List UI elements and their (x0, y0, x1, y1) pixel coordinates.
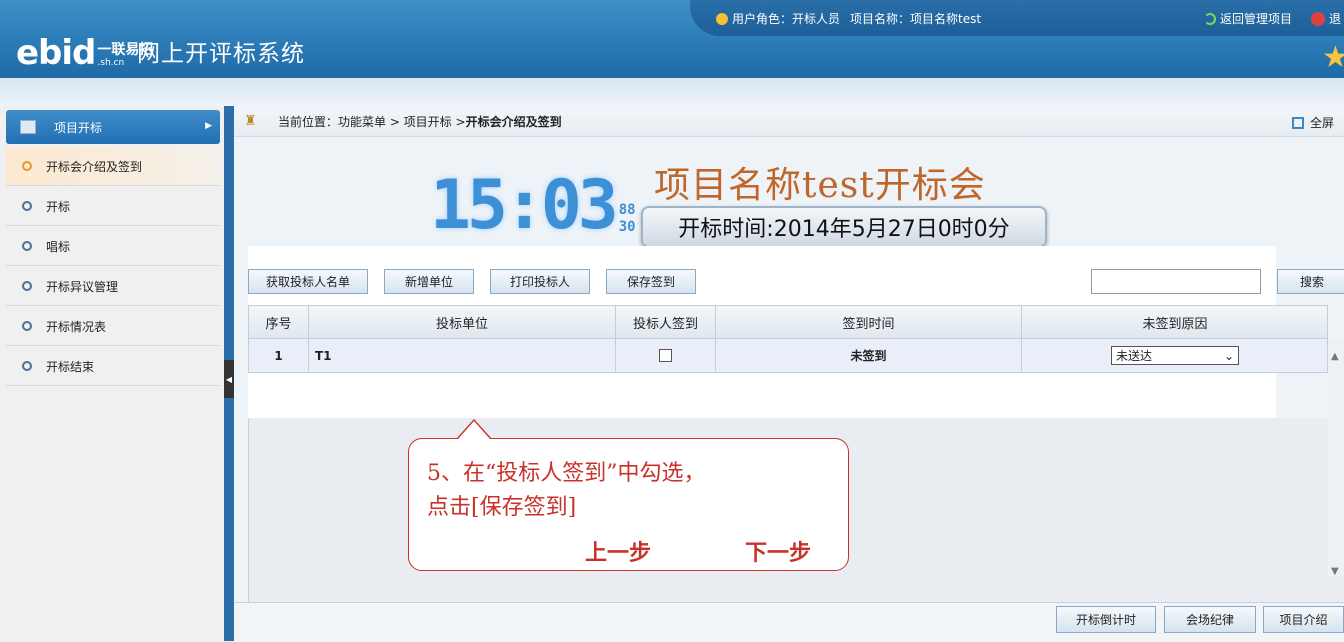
callout-tail-inner (458, 421, 490, 439)
location-icon: ♜ (244, 113, 257, 129)
search-input[interactable] (1091, 269, 1261, 294)
sidebar-item-label: 唱标 (46, 239, 71, 254)
fullscreen-icon (1291, 116, 1304, 129)
prev-step-link[interactable]: 上一步 (585, 535, 651, 567)
reason-select[interactable]: 未送达 ⌄ (1111, 346, 1239, 365)
col-sign-time: 签到时间 (716, 306, 1022, 338)
sidebar-item-status-table[interactable]: 开标情况表 (6, 307, 220, 346)
search-button[interactable]: 搜索 (1277, 269, 1344, 294)
row-signed-cell (616, 339, 716, 372)
col-unit: 投标单位 (309, 306, 616, 338)
bullet-icon (22, 201, 32, 211)
row-reason-cell: 未送达 ⌄ (1022, 339, 1328, 372)
sidebar-item-label: 开标异议管理 (46, 279, 119, 294)
scroll-down-icon[interactable]: ▼ (1331, 566, 1339, 577)
callout-line2: 点击[保存签到] (427, 495, 577, 520)
sidebar-item-intro-signin[interactable]: 开标会介绍及签到 (6, 147, 220, 186)
logout-link[interactable]: 退 (1311, 10, 1341, 27)
breadcrumb-current: 开标会介绍及签到 (465, 114, 562, 129)
header-subbar (0, 78, 1344, 106)
fullscreen-button[interactable]: 全屏 (1291, 114, 1334, 131)
back-to-projects-link[interactable]: 返回管理项目 (1204, 10, 1292, 27)
logout-label: 退 (1329, 12, 1342, 26)
col-index: 序号 (249, 306, 309, 338)
app-header: ebid 一联易招 .sh.cn 网上开评标系统 用户角色：开标人员 项目名称：… (0, 0, 1344, 78)
clock-time: 15:03 (430, 166, 619, 245)
sidebar-item-objection[interactable]: 开标异议管理 (6, 267, 220, 306)
logo-text: ebid (16, 33, 96, 73)
project-name: 项目名称：项目名称test (850, 12, 982, 26)
sidebar-item-label: 开标 (46, 199, 71, 214)
next-step-link[interactable]: 下一步 (745, 535, 811, 567)
bullet-icon (22, 361, 32, 371)
sidebar-item-label: 开标情况表 (46, 319, 107, 334)
back-label: 返回管理项目 (1220, 12, 1293, 26)
row-index: 1 (249, 339, 309, 372)
bullet-icon (22, 321, 32, 331)
scroll-up-icon[interactable]: ▲ (1331, 351, 1339, 362)
discipline-button[interactable]: 会场纪律 (1164, 606, 1256, 633)
bullet-icon (22, 281, 32, 291)
row-sign-time: 未签到 (716, 339, 1022, 372)
intro-button[interactable]: 项目介绍 (1263, 606, 1344, 633)
callout-line1: 5、在“投标人签到”中勾选， (427, 461, 706, 486)
sidebar-item-label: 开标结束 (46, 359, 95, 374)
sidebar: 项目开标 ▶ 开标会介绍及签到 开标 唱标 开标异议管理 开标情况表 开标结束 (0, 106, 225, 641)
chevron-right-icon: ▶ (205, 121, 212, 131)
clock-sec-top: 88 (618, 202, 636, 218)
signin-checkbox[interactable] (659, 349, 672, 362)
sidebar-item-opening[interactable]: 开标 (6, 187, 220, 226)
table-header: 序号 投标单位 投标人签到 签到时间 未签到原因 (248, 305, 1328, 339)
user-info: 用户角色：开标人员 项目名称：项目名称test (716, 10, 981, 27)
sidebar-group-project-opening[interactable]: 项目开标 ▶ (6, 110, 220, 144)
table-scrollbar[interactable]: ▲ ▼ (1328, 339, 1344, 577)
add-unit-button[interactable]: 新增单位 (384, 269, 474, 294)
system-title: 网上开评标系统 (137, 41, 305, 67)
breadcrumb: ♜ 当前位置：功能菜单 > 项目开标 > 开标会介绍及签到 全屏 (234, 106, 1344, 137)
row-unit: T1 (309, 339, 616, 372)
folder-icon (20, 120, 36, 134)
back-icon (1204, 12, 1216, 25)
breadcrumb-prefix: 当前位置：功能菜单 > 项目开标 > (278, 114, 466, 129)
bullet-icon (22, 241, 32, 251)
reason-selected: 未送达 (1116, 349, 1153, 363)
save-signin-button[interactable]: 保存签到 (606, 269, 696, 294)
digital-clock: 15:03 88 30 (430, 166, 636, 245)
chevron-down-icon: ⌄ (1223, 348, 1234, 363)
col-reason: 未签到原因 (1142, 316, 1208, 332)
power-icon (1311, 11, 1325, 26)
user-role: 用户角色：开标人员 (732, 12, 841, 26)
main-content: ♜ 当前位置：功能菜单 > 项目开标 > 开标会介绍及签到 全屏 15:03 8… (234, 106, 1344, 642)
get-bidders-button[interactable]: 获取投标人名单 (248, 269, 368, 294)
clock-seconds: 88 30 (619, 202, 636, 236)
col-signed: 投标人签到 (616, 306, 716, 338)
ebid-logo: ebid 一联易招 .sh.cn (16, 30, 153, 70)
star-icon: ★ (1322, 40, 1344, 75)
sidebar-item-label: 开标会介绍及签到 (46, 159, 143, 174)
user-icon (716, 12, 728, 25)
sidebar-item-bid-reading[interactable]: 唱标 (6, 227, 220, 266)
meeting-title: 项目名称test开标会 (654, 165, 986, 206)
clock-sec-bottom: 30 (618, 219, 636, 235)
countdown-button[interactable]: 开标倒计时 (1056, 606, 1156, 633)
bullet-icon (22, 161, 32, 171)
table-row: 1 T1 未签到 未送达 ⌄ (248, 339, 1328, 373)
fullscreen-label: 全屏 (1309, 116, 1334, 130)
callout-text: 5、在“投标人签到”中勾选， 点击[保存签到] (427, 457, 837, 525)
open-time-badge: 开标时间:2014年5月27日0时0分 (641, 206, 1047, 248)
sidebar-item-end[interactable]: 开标结束 (6, 347, 220, 386)
sidebar-group-label: 项目开标 (54, 120, 103, 135)
print-bidders-button[interactable]: 打印投标人 (490, 269, 590, 294)
tutorial-callout: 5、在“投标人签到”中勾选， 点击[保存签到] 上一步 下一步 (408, 438, 849, 571)
collapse-sidebar-button[interactable]: ◀ (224, 360, 234, 398)
